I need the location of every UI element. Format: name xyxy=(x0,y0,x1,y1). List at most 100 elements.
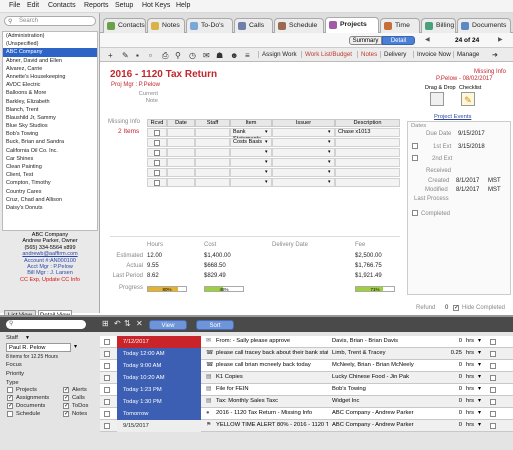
collapse-icon[interactable]: ✕ xyxy=(136,319,143,328)
row-checkbox[interactable] xyxy=(104,351,110,357)
table-cell[interactable] xyxy=(335,178,400,187)
tab-calls[interactable]: Calls xyxy=(234,18,273,33)
row-checkbox[interactable] xyxy=(104,339,110,345)
tab-notes[interactable]: Notes xyxy=(147,18,185,33)
type-label[interactable]: Type xyxy=(6,380,19,386)
manage-link[interactable]: Manage xyxy=(453,51,479,58)
type-filter-checkbox[interactable] xyxy=(63,410,69,417)
contact-search-input[interactable]: ⚲ Search xyxy=(4,16,96,26)
first-record-icon[interactable]: ◀ xyxy=(425,36,430,43)
contact-list-item[interactable]: Daisy's Donuts xyxy=(3,204,97,212)
row-checkbox[interactable] xyxy=(104,363,110,369)
row-checkbox[interactable] xyxy=(104,375,110,381)
attach-icon[interactable]: ✎ xyxy=(122,51,129,60)
ext1-checkbox[interactable] xyxy=(412,143,418,149)
select-icon[interactable]: ⊞ xyxy=(102,319,109,328)
received-checkbox[interactable] xyxy=(154,149,160,156)
row-checkbox[interactable] xyxy=(104,423,110,429)
received-checkbox[interactable] xyxy=(154,159,160,166)
swap-icon[interactable]: ⇅ xyxy=(124,319,131,328)
detail-button[interactable]: Detail xyxy=(382,36,415,45)
table-cell[interactable] xyxy=(195,128,230,137)
type-filter-checkbox[interactable] xyxy=(7,411,13,417)
due-date-value[interactable]: 9/15/2017 xyxy=(458,131,485,137)
contact-list-item[interactable]: Blue Sky Studios xyxy=(3,122,97,130)
tab-projects[interactable]: Projects xyxy=(325,17,379,33)
type-filter-checkbox[interactable] xyxy=(7,387,13,393)
menu-file[interactable]: File xyxy=(9,2,20,9)
notes-link[interactable]: Notes xyxy=(357,51,377,58)
table-cell[interactable] xyxy=(167,128,195,137)
table-cell[interactable] xyxy=(272,178,335,187)
table-cell[interactable] xyxy=(335,158,400,167)
summary-button[interactable]: Summary xyxy=(349,36,382,45)
row-done-checkbox[interactable] xyxy=(490,339,496,345)
contact-list-item[interactable]: Barkley, Elizabeth xyxy=(3,98,97,106)
row-checkbox[interactable] xyxy=(104,399,110,405)
type-filter-checkbox[interactable] xyxy=(63,394,69,401)
table-cell[interactable]: Chase x1013 xyxy=(335,128,400,137)
hours-dropdown-icon[interactable]: ▾ xyxy=(478,422,481,428)
dropdown-icon[interactable]: ▾ xyxy=(265,169,268,175)
ext2-checkbox[interactable] xyxy=(412,155,418,161)
table-cell[interactable] xyxy=(272,148,335,157)
dropdown-icon[interactable]: ▾ xyxy=(265,159,268,165)
staff-select[interactable]: Paul R. Pelow xyxy=(6,343,71,352)
worklist-row[interactable]: Today 9:00 AM ☎ please call brian mcneely … xyxy=(100,360,513,372)
contact-list-item[interactable]: Blaushild Jr, Sammy xyxy=(3,114,97,122)
table-cell[interactable] xyxy=(272,158,335,167)
contact-list-item[interactable]: ABC Company xyxy=(3,48,97,57)
tab-documents[interactable]: Documents xyxy=(457,18,511,33)
tab-billing[interactable]: Billing xyxy=(421,18,456,33)
tab-todos[interactable]: To-Do's xyxy=(186,18,233,33)
dropdown-icon[interactable]: ▾ xyxy=(328,169,331,175)
delivery-link[interactable]: Delivery xyxy=(380,51,406,58)
staff-dropdown-icon[interactable]: ▾ xyxy=(74,343,77,350)
contact-list-item[interactable]: Blanch, Trent xyxy=(3,106,97,114)
hours-dropdown-icon[interactable]: ▾ xyxy=(478,398,481,404)
next-record-icon[interactable]: ▶ xyxy=(498,36,503,43)
tab-contacts[interactable]: Contacts xyxy=(103,18,146,33)
time-icon[interactable]: ◷ xyxy=(189,51,196,60)
table-cell[interactable] xyxy=(195,178,230,187)
contact-list-item[interactable]: (Unspecified) xyxy=(3,40,97,48)
menu-contacts[interactable]: Contacts xyxy=(48,2,76,9)
received-checkbox[interactable] xyxy=(154,179,160,186)
menu-reports[interactable]: Reports xyxy=(84,2,109,9)
table-cell[interactable] xyxy=(272,128,335,137)
view-button[interactable]: View xyxy=(149,320,187,330)
work-list-budget-link[interactable]: Work List/Budget xyxy=(301,51,352,58)
row-done-checkbox[interactable] xyxy=(490,399,496,405)
hours-dropdown-icon[interactable]: ▾ xyxy=(478,410,481,416)
menu-hot-keys[interactable]: Hot Keys xyxy=(142,2,170,9)
hours-dropdown-icon[interactable]: ▾ xyxy=(478,386,481,392)
contact-list-item[interactable]: Balloons & More xyxy=(3,89,97,97)
received-checkbox[interactable] xyxy=(154,169,160,176)
contact-list-item[interactable]: Client, Test xyxy=(3,171,97,179)
row-checkbox[interactable] xyxy=(104,387,110,393)
row-done-checkbox[interactable] xyxy=(490,411,496,417)
table-cell[interactable] xyxy=(335,138,400,147)
list-icon[interactable]: ≡ xyxy=(245,51,250,60)
table-cell[interactable] xyxy=(335,168,400,177)
contact-list-item[interactable]: Cruz, Chad and Allison xyxy=(3,196,97,204)
hours-dropdown-icon[interactable]: ▾ xyxy=(478,350,481,356)
row-done-checkbox[interactable] xyxy=(490,387,496,393)
worklist-row[interactable]: 9/15/2017 ⚑ YELLOW TIME ALERT 80% - 2016 -… xyxy=(100,420,513,432)
undo-icon[interactable]: ↶ xyxy=(114,319,121,328)
print-icon[interactable]: ⎙ xyxy=(162,51,168,61)
row-done-checkbox[interactable] xyxy=(490,375,496,381)
contact-list-item[interactable]: Clean Painting xyxy=(3,163,97,171)
table-cell[interactable] xyxy=(167,148,195,157)
invoice-now-link[interactable]: Invoice Now xyxy=(413,51,451,58)
contact-list-item[interactable]: Annette's Housekeeping xyxy=(3,73,97,81)
dropdown-icon[interactable]: ▾ xyxy=(265,179,268,185)
worklist-row[interactable]: Today 12:00 AM ☎ please call tracey back a… xyxy=(100,348,513,360)
worklist-row[interactable]: 7/12/2017 ✉ From: - Sally please approve Da… xyxy=(100,336,513,348)
staff-triangle-icon[interactable]: ▼ xyxy=(25,335,30,341)
worklist-row[interactable]: Today 1:30 PM ▤ Tax: Monthly Sales Taxc Wid… xyxy=(100,396,513,408)
table-cell[interactable] xyxy=(195,138,230,147)
add-icon[interactable]: + xyxy=(108,51,113,60)
dropdown-icon[interactable]: ▾ xyxy=(265,129,268,135)
row-done-checkbox[interactable] xyxy=(490,423,496,429)
